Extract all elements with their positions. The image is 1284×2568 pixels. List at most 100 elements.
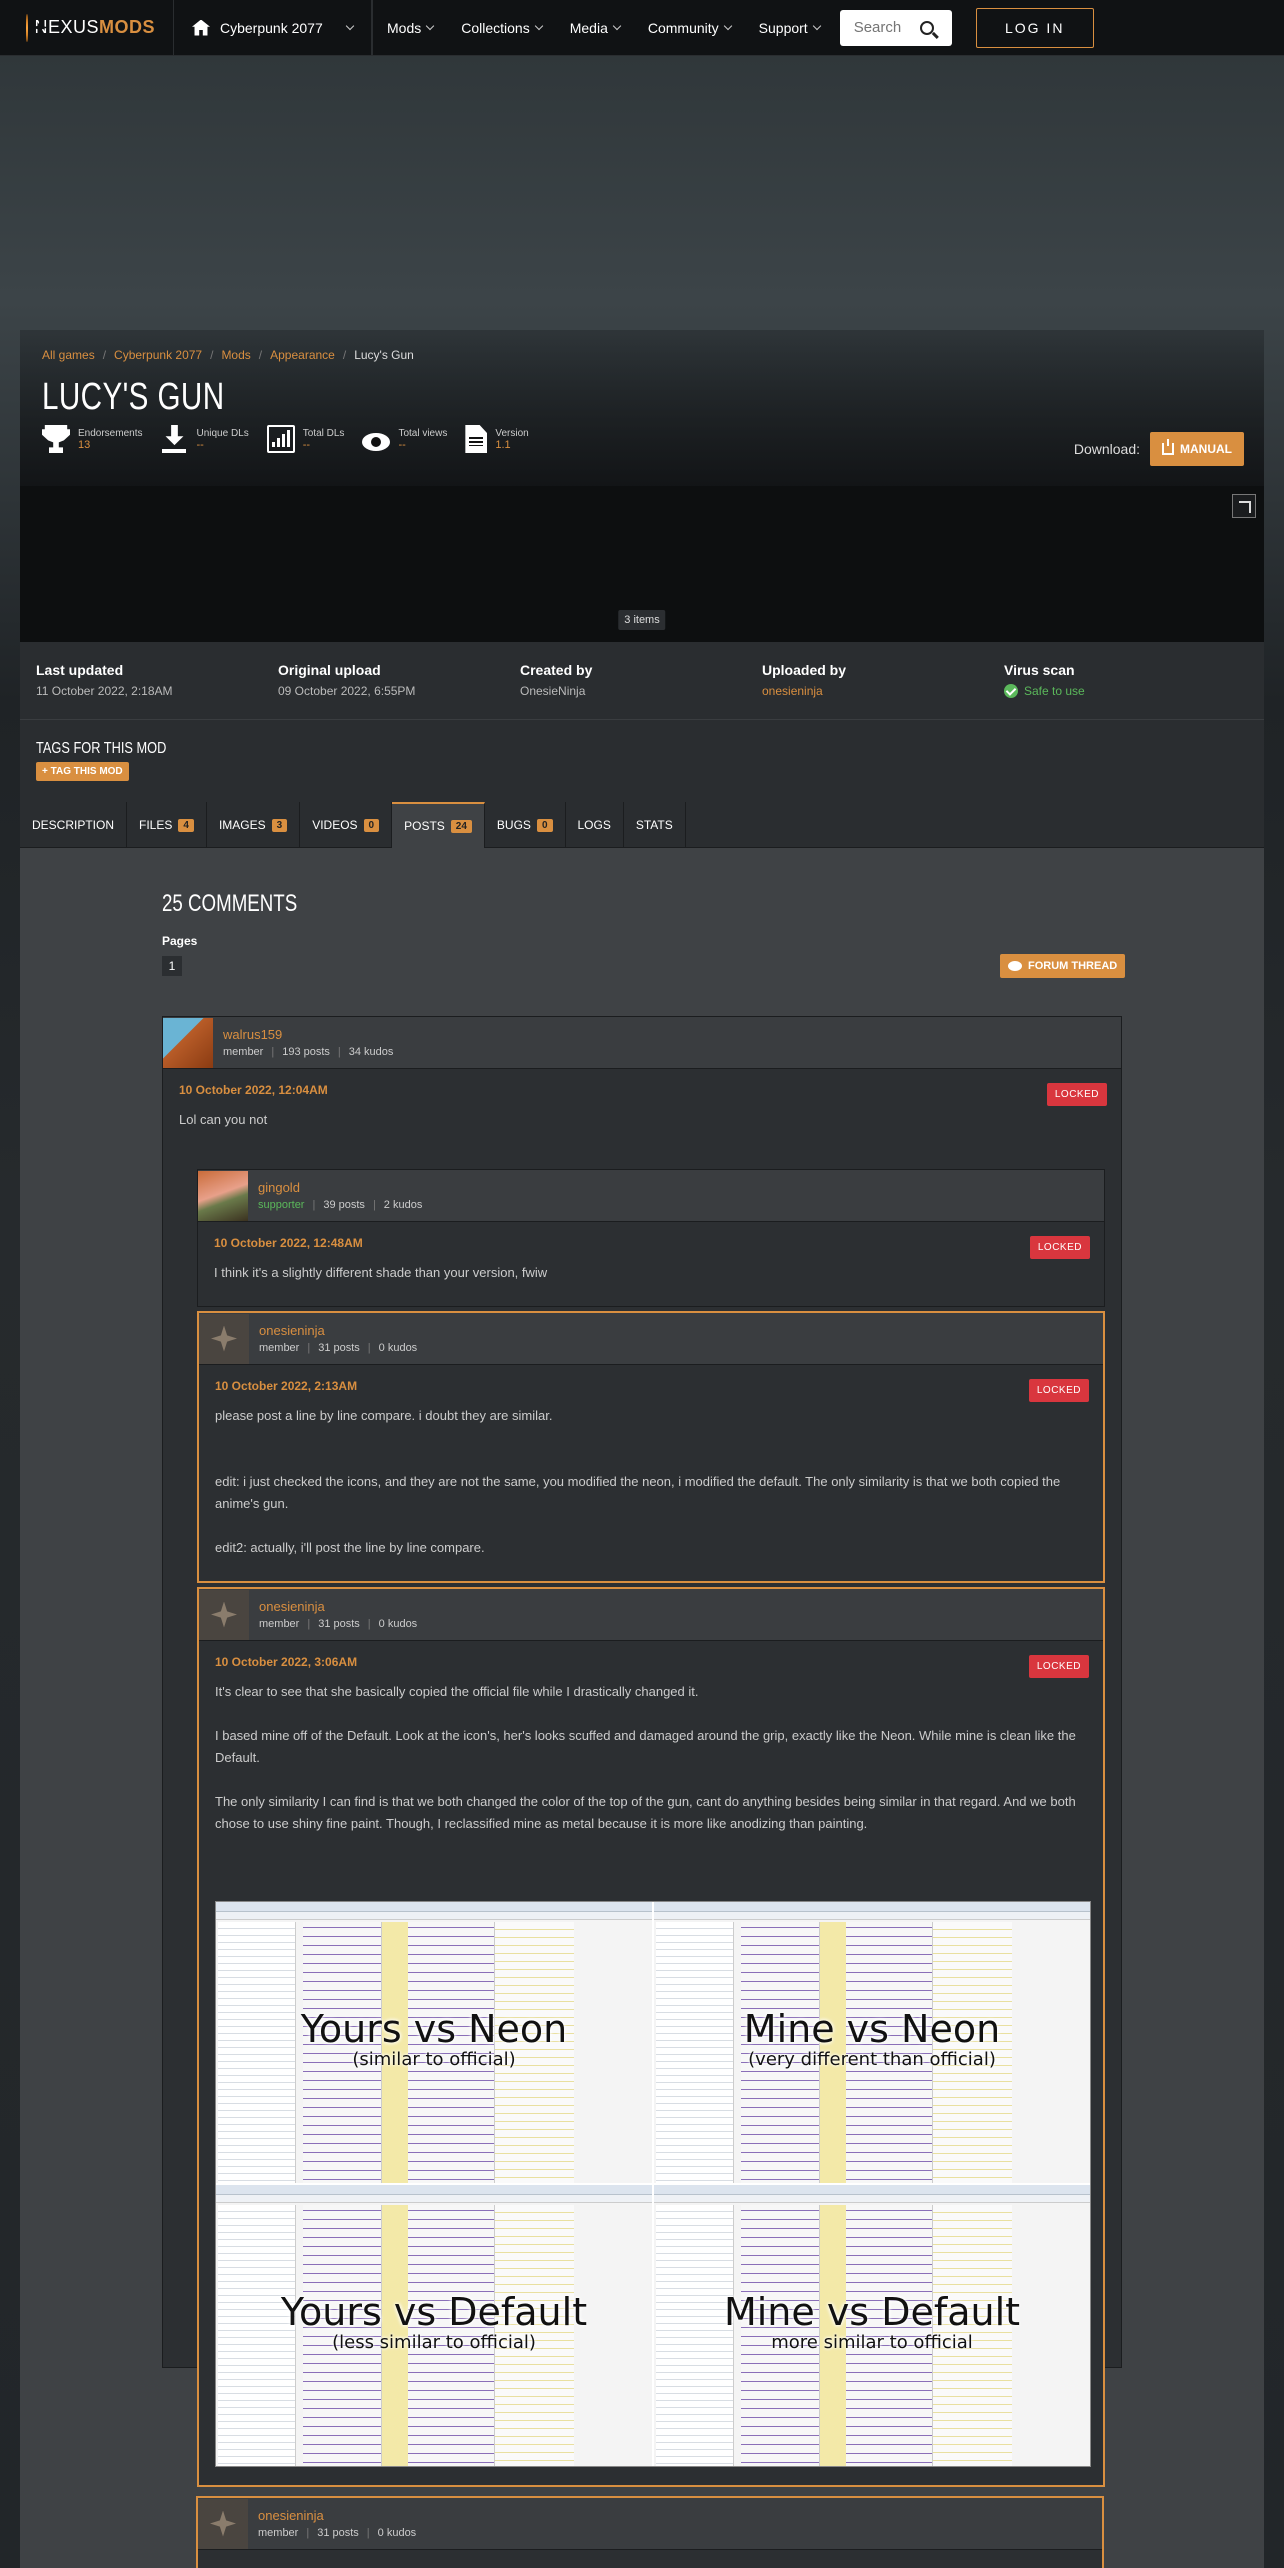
nav-collections[interactable]: Collections [447,0,555,56]
manual-download-button[interactable]: MANUAL [1150,432,1244,466]
pane-subtitle: (very different than official) [748,2048,996,2070]
site-logo[interactable]: NEXUSMODS [0,0,174,56]
comment-reply: onesieninja member | 31 posts | 0 kudos [196,2496,1104,2568]
nav-community[interactable]: Community [634,0,745,56]
pane-title: Mine vs Default [723,2289,1021,2334]
stat-value: -- [196,438,204,451]
check-circle-icon [1004,684,1018,698]
locked-badge: LOCKED [1028,1379,1089,1402]
breadcrumb-all-games[interactable]: All games [42,348,95,362]
mod-tabs: DESCRIPTION FILES 4 IMAGES 3 VIDEOS 0 POSTS… [20,802,1264,848]
chevron-down-icon [723,21,732,30]
breadcrumb-game[interactable]: Cyberpunk 2077 [114,348,202,362]
meta-heading: Last updated [36,662,124,678]
comment-text: The only similarity I can find is that w… [215,1794,1076,1831]
comparison-pane: Yours vs Neon (similar to official) [216,1902,652,2183]
username-link[interactable]: onesieninja [259,1599,417,1614]
chevron-down-icon [612,21,622,30]
virus-scan-status[interactable]: Safe to use [1004,684,1246,698]
nav-collections-label: Collections [461,19,530,36]
comment-header: onesieninja member | 31 posts | 0 kudos [199,1313,1103,1365]
download-area: Download: MANUAL [1074,432,1244,466]
meta-virus-scan: Virus scan Safe to use [1004,662,1246,699]
locked-badge: LOCKED [1046,1083,1107,1106]
locked-badge: LOCKED [1028,1655,1089,1678]
forum-thread-button[interactable]: FORUM THREAD [1000,954,1126,978]
tab-label: FILES [139,818,173,832]
tags-section: TAGS FOR THIS MOD + TAG THIS MOD [20,720,1264,802]
stat-value: 1.1 [495,438,511,451]
comparison-pane: Yours vs Default (less similar to officia… [216,2185,652,2466]
avatar[interactable] [198,2498,248,2549]
user-kudos: 2 kudos [383,1199,423,1211]
username-link[interactable]: onesieninja [259,1323,417,1338]
tab-label: IMAGES [218,818,266,832]
tab-bugs[interactable]: BUGS 0 [485,802,566,848]
avatar[interactable] [199,1313,249,1364]
user-role: member [223,1046,264,1058]
comment-text: edit: i just checked the icons, and they… [215,1474,1061,1511]
search-input[interactable] [853,19,908,36]
download-icon [1162,439,1174,455]
game-name: Cyberpunk 2077 [220,19,323,36]
nav-mods[interactable]: Mods [372,0,447,56]
tab-stats[interactable]: STATS [624,802,686,848]
tab-description[interactable]: DESCRIPTION [20,802,128,848]
username-link[interactable]: onesieninja [258,2508,416,2523]
avatar[interactable] [163,1017,213,1068]
tab-logs[interactable]: LOGS [566,802,624,848]
comment-text: I think it's a slightly different shade … [214,1265,548,1280]
meta-uploaded-by: Uploaded by onesieninja [762,662,1004,699]
meta-heading: Uploaded by [762,662,847,678]
page-title: LUCY'S GUN [42,376,225,418]
chevron-down-icon [812,21,821,30]
user-posts: 193 posts [282,1046,330,1058]
user-role: member [259,1342,300,1354]
comment-header: onesieninja member | 31 posts | 0 kudos [198,2498,1102,2550]
virus-scan-label: Safe to use [1024,684,1085,698]
login-button[interactable]: LOG IN [975,7,1094,48]
user-posts: 31 posts [317,2527,359,2539]
bar-chart-icon [266,425,295,453]
tab-posts[interactable]: POSTS 24 [392,802,485,848]
mod-meta: Last updated 11 October 2022, 2:18AM Orig… [20,642,1264,720]
stat-total-views: Total views -- [362,425,447,453]
chevron-down-icon [425,21,435,30]
user-kudos: 34 kudos [348,1046,394,1058]
manual-download-label: MANUAL [1180,442,1232,456]
breadcrumb-mods[interactable]: Mods [221,348,250,362]
count-badge: 3 [271,818,288,832]
username-link[interactable]: walrus159 [223,1027,393,1042]
search-icon[interactable] [919,20,934,35]
tag-this-mod-button[interactable]: + TAG THIS MOD [36,762,129,781]
username-link[interactable]: gingold [258,1180,422,1195]
comparison-screenshot[interactable]: Yours vs Neon (similar to official) Mine … [215,1901,1091,2467]
tab-files[interactable]: FILES 4 [127,802,207,848]
avatar[interactable] [199,1589,249,1640]
ad-space [20,56,1264,330]
page-number-button[interactable]: 1 [162,956,182,976]
comment-reply: gingold supporter | 39 posts | 2 kudos 10 Oc… [197,1169,1105,1307]
breadcrumb-category[interactable]: Appearance [270,348,335,362]
pane-title: Yours vs Default [280,2289,588,2334]
nav-support[interactable]: Support [745,0,834,56]
expand-icon[interactable] [1232,494,1256,518]
chevron-down-icon [345,21,355,30]
comment-body: 10 October 2022, 12:04AM LOCKED Lol can … [163,1069,1121,1167]
tab-images[interactable]: IMAGES 3 [207,802,301,848]
game-selector[interactable]: Cyberpunk 2077 [174,0,372,56]
meta-value: 11 October 2022, 2:18AM [36,684,173,698]
comment-reply: onesieninja member | 31 posts | 0 kudos 10 O… [197,1587,1105,2487]
avatar[interactable] [198,1170,248,1221]
pages-label: Pages [162,934,198,948]
stat-version: Version 1.1 [465,425,529,453]
logo-suffix: MODS [99,17,155,37]
nav-media[interactable]: Media [556,0,634,56]
tab-videos[interactable]: VIDEOS 0 [300,802,393,848]
image-gallery[interactable]: 3 items [20,486,1264,642]
pane-title: Yours vs Neon [300,2006,568,2051]
count-badge: 24 [450,819,472,833]
comparison-pane: Mine vs Default more similar to official [654,2185,1090,2466]
uploader-link[interactable]: onesieninja [762,684,1004,698]
nav-community-label: Community [647,19,719,36]
